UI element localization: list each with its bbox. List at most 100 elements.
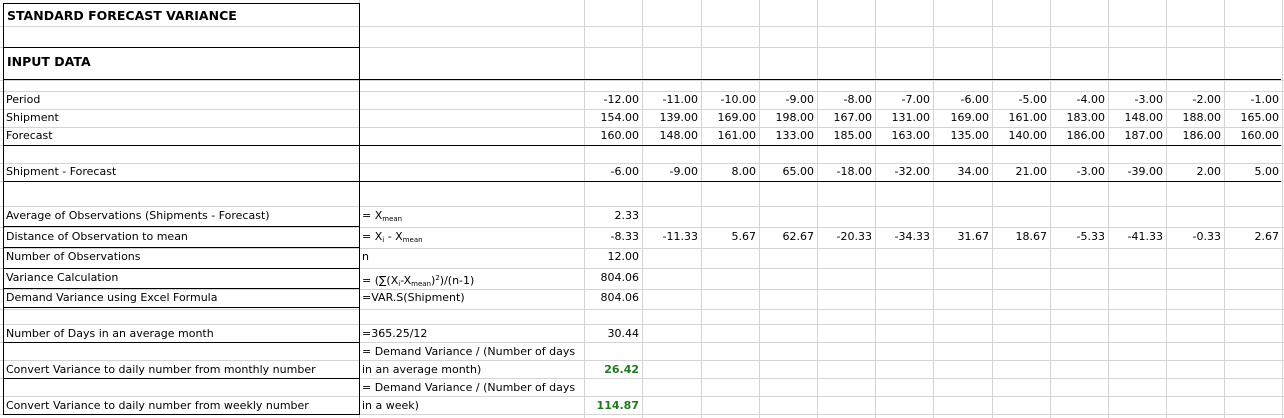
- average-formula[interactable]: = Xmean: [362, 207, 402, 228]
- distance-label[interactable]: Distance of Observation to mean: [6, 228, 188, 246]
- period-cell[interactable]: -12.00: [584, 91, 642, 109]
- diff-cell[interactable]: -18.00: [818, 163, 875, 181]
- formula-text: - X: [384, 230, 403, 243]
- forecast-cell[interactable]: 140.00: [993, 127, 1050, 145]
- shipment-cell[interactable]: 183.00: [1051, 109, 1108, 127]
- period-cell[interactable]: -2.00: [1167, 91, 1224, 109]
- distance-cell[interactable]: -11.33: [643, 228, 701, 246]
- distance-formula[interactable]: = Xi - Xmean: [362, 228, 423, 249]
- weekly-conversion-label[interactable]: Convert Variance to daily number from we…: [6, 397, 309, 415]
- monthly-formula-line2[interactable]: in an average month): [362, 361, 481, 379]
- excel-variance-label[interactable]: Demand Variance using Excel Formula: [6, 289, 217, 307]
- forecast-cell[interactable]: 148.00: [643, 127, 701, 145]
- distance-cell[interactable]: 31.67: [934, 228, 992, 246]
- period-label[interactable]: Period: [6, 91, 40, 109]
- forecast-cell[interactable]: 160.00: [1225, 127, 1282, 145]
- observations-formula[interactable]: n: [362, 248, 369, 266]
- diff-cell[interactable]: 34.00: [934, 163, 992, 181]
- forecast-cell[interactable]: 135.00: [934, 127, 992, 145]
- shipment-cell[interactable]: 169.00: [934, 109, 992, 127]
- shipment-cell[interactable]: 148.00: [1109, 109, 1166, 127]
- distance-cell[interactable]: 18.67: [993, 228, 1050, 246]
- forecast-border-bottom: [3, 145, 1281, 146]
- weekly-formula-line1[interactable]: = Demand Variance / (Number of days: [362, 379, 575, 397]
- period-cell[interactable]: -1.00: [1225, 91, 1282, 109]
- shipment-cell[interactable]: 198.00: [760, 109, 817, 127]
- diff-cell[interactable]: -9.00: [643, 163, 701, 181]
- diff-cell[interactable]: 5.00: [1225, 163, 1282, 181]
- period-cell[interactable]: -9.00: [760, 91, 817, 109]
- observations-value[interactable]: 12.00: [584, 248, 642, 266]
- diff-cell[interactable]: 2.00: [1167, 163, 1224, 181]
- shipment-cell[interactable]: 169.00: [702, 109, 759, 127]
- diff-cell[interactable]: 8.00: [702, 163, 759, 181]
- weekly-formula-line2[interactable]: in a week): [362, 397, 419, 415]
- forecast-cell[interactable]: 186.00: [1167, 127, 1224, 145]
- diff-cell[interactable]: 21.00: [993, 163, 1050, 181]
- section-title[interactable]: INPUT DATA: [7, 53, 91, 71]
- period-cell[interactable]: -4.00: [1051, 91, 1108, 109]
- distance-cell[interactable]: -0.33: [1167, 228, 1224, 246]
- average-label[interactable]: Average of Observations (Shipments - For…: [6, 207, 270, 225]
- forecast-cell[interactable]: 160.00: [584, 127, 642, 145]
- monthly-conversion-value[interactable]: 26.42: [584, 361, 642, 379]
- variance-label[interactable]: Variance Calculation: [6, 269, 118, 287]
- forecast-cell[interactable]: 187.00: [1109, 127, 1166, 145]
- distance-cell[interactable]: 2.67: [1225, 228, 1282, 246]
- period-cell[interactable]: -6.00: [934, 91, 992, 109]
- shipment-cell[interactable]: 188.00: [1167, 109, 1224, 127]
- variance-value[interactable]: 804.06: [584, 269, 642, 287]
- diff-cell[interactable]: -32.00: [876, 163, 933, 181]
- days-label[interactable]: Number of Days in an average month: [6, 325, 214, 343]
- forecast-cell[interactable]: 185.00: [818, 127, 875, 145]
- spreadsheet-grid[interactable]: STANDARD FORECAST VARIANCE INPUT DATA Pe…: [0, 0, 1284, 418]
- sheet-title[interactable]: STANDARD FORECAST VARIANCE: [7, 7, 237, 25]
- shipment-cell[interactable]: 165.00: [1225, 109, 1282, 127]
- shipment-cell[interactable]: 161.00: [993, 109, 1050, 127]
- distance-cell[interactable]: -20.33: [818, 228, 875, 246]
- shipment-cell[interactable]: 167.00: [818, 109, 875, 127]
- average-value[interactable]: 2.33: [584, 207, 642, 225]
- weekly-conversion-value[interactable]: 114.87: [584, 397, 642, 415]
- stats-row-border: [3, 288, 360, 289]
- distance-cell[interactable]: -41.33: [1109, 228, 1166, 246]
- excel-variance-value[interactable]: 804.06: [584, 289, 642, 307]
- diff-cell[interactable]: -39.00: [1109, 163, 1166, 181]
- distance-cell[interactable]: -8.33: [584, 228, 642, 246]
- excel-variance-formula[interactable]: =VAR.S(Shipment): [362, 289, 465, 307]
- period-cell[interactable]: -5.00: [993, 91, 1050, 109]
- diff-cell[interactable]: -6.00: [584, 163, 642, 181]
- forecast-cell[interactable]: 161.00: [702, 127, 759, 145]
- shipment-cell[interactable]: 139.00: [643, 109, 701, 127]
- shipment-cell[interactable]: 131.00: [876, 109, 933, 127]
- stats-row-border: [3, 226, 360, 227]
- shipment-label[interactable]: Shipment: [6, 109, 59, 127]
- forecast-label[interactable]: Forecast: [6, 127, 53, 145]
- distance-cell[interactable]: -5.33: [1051, 228, 1108, 246]
- distance-cell[interactable]: 62.67: [760, 228, 817, 246]
- formula-text: )/(n-1): [439, 274, 475, 287]
- monthly-formula-line1[interactable]: = Demand Variance / (Number of days: [362, 343, 575, 361]
- column-gridline: [759, 0, 760, 418]
- column-gridline: [1224, 0, 1225, 418]
- days-formula[interactable]: =365.25/12: [362, 325, 427, 343]
- period-cell[interactable]: -10.00: [702, 91, 759, 109]
- diff-cell[interactable]: -3.00: [1051, 163, 1108, 181]
- diff-cell[interactable]: 65.00: [760, 163, 817, 181]
- period-cell[interactable]: -8.00: [818, 91, 875, 109]
- section-border-top: [3, 47, 360, 48]
- period-cell[interactable]: -7.00: [876, 91, 933, 109]
- distance-cell[interactable]: -34.33: [876, 228, 933, 246]
- monthly-conversion-label[interactable]: Convert Variance to daily number from mo…: [6, 361, 316, 379]
- distance-cell[interactable]: 5.67: [702, 228, 759, 246]
- days-value[interactable]: 30.44: [584, 325, 642, 343]
- shipment-cell[interactable]: 154.00: [584, 109, 642, 127]
- observations-label[interactable]: Number of Observations: [6, 248, 141, 266]
- period-cell[interactable]: -11.00: [643, 91, 701, 109]
- diff-label[interactable]: Shipment - Forecast: [6, 163, 116, 181]
- forecast-cell[interactable]: 133.00: [760, 127, 817, 145]
- formula-text: = (∑(X: [362, 274, 399, 287]
- forecast-cell[interactable]: 163.00: [876, 127, 933, 145]
- forecast-cell[interactable]: 186.00: [1051, 127, 1108, 145]
- period-cell[interactable]: -3.00: [1109, 91, 1166, 109]
